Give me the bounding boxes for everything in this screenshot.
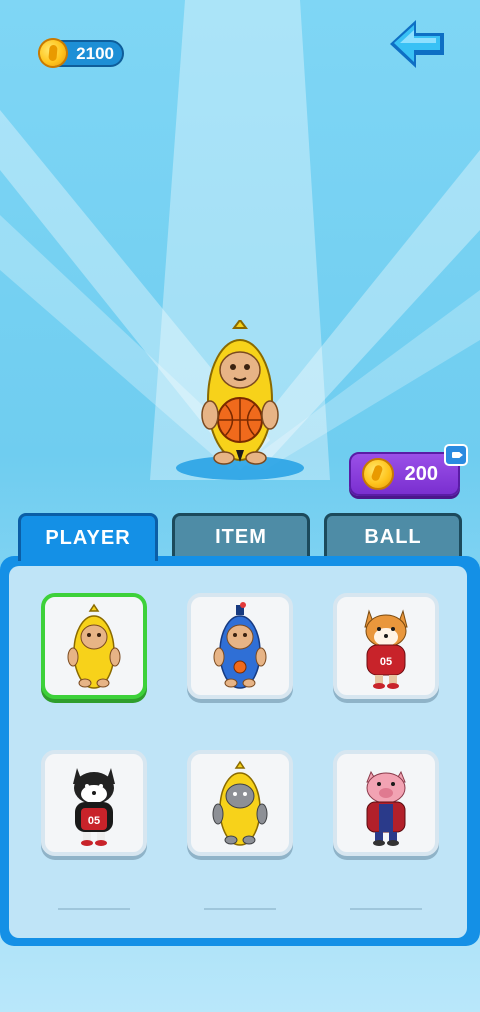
banana-gray-cat-icon [212,760,268,846]
row-divider [350,908,422,910]
tab-player-label: PLAYER [45,527,131,549]
character-card-husky-dog[interactable]: 05 [41,750,147,856]
video-ad-icon [444,444,468,466]
row-divider [58,908,130,910]
tab-item-label: ITEM [215,526,267,548]
character-card-banana-cat[interactable] [41,593,147,699]
tab-ball[interactable]: BALL [324,513,462,559]
coin-count: 2100 [76,43,114,63]
character-panel: 05 05 [0,556,480,946]
husky-dog-icon: 05 [73,768,115,846]
shiba-dog-icon: 05 [364,609,408,689]
character-card-shiba-dog[interactable]: 05 [333,593,439,699]
character-card-banana-gray-cat[interactable] [187,750,293,856]
pig-icon [366,770,406,846]
character-grid: 05 05 [9,566,467,938]
tab-player[interactable]: PLAYER [18,513,158,561]
jersey-number: 05 [88,815,100,827]
character-card-blue-bottle-cat[interactable] [187,593,293,699]
hero-character-banana-cat [201,320,279,465]
price-label: 200 [404,462,438,485]
blue-bottle-cat-icon [213,602,267,689]
back-arrow-icon[interactable] [386,16,448,72]
tab-ball-label: BALL [364,526,422,548]
banana-cat-icon [67,603,121,689]
coin-icon [362,458,394,490]
character-card-pig[interactable] [333,750,439,856]
row-divider [204,908,276,910]
tab-item[interactable]: ITEM [172,513,310,559]
jersey-number: 05 [380,656,392,668]
